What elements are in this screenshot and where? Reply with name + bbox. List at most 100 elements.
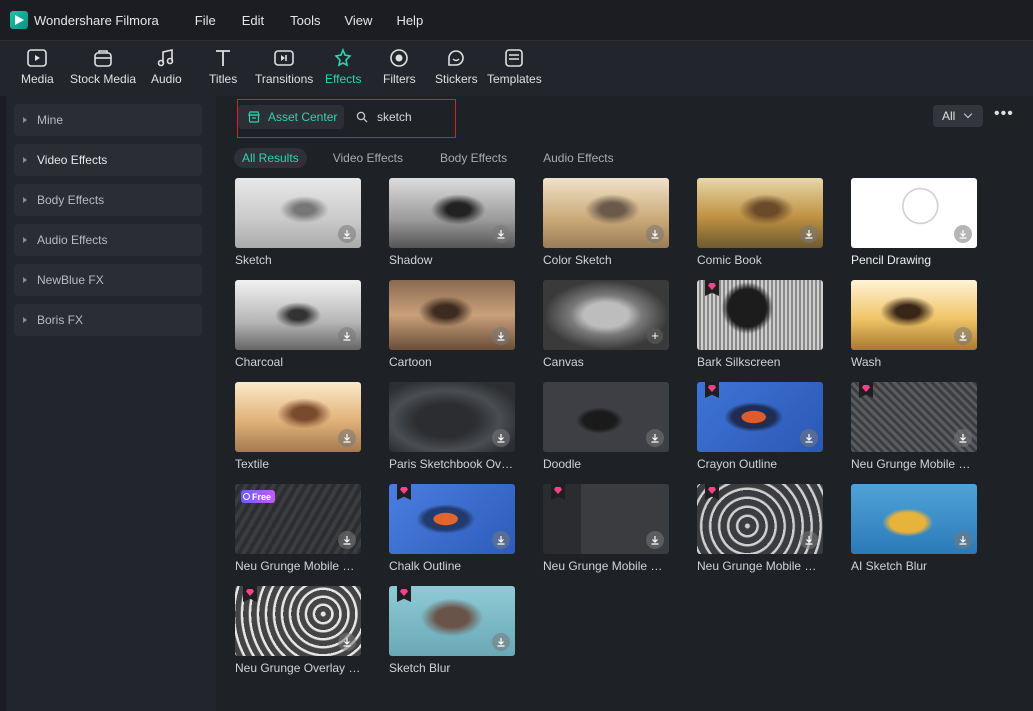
effect-name: Sketch xyxy=(235,253,272,267)
menu-tools[interactable]: Tools xyxy=(290,13,320,28)
sidebar-item-label: Boris FX xyxy=(37,313,84,327)
effect-card[interactable]: Doodle xyxy=(543,382,669,471)
expand-arrow-icon xyxy=(23,197,27,203)
premium-gem-icon xyxy=(243,586,257,602)
effect-name: Charcoal xyxy=(235,355,284,369)
download-icon[interactable] xyxy=(338,531,356,549)
expand-arrow-icon xyxy=(23,157,27,163)
effects-browser: Asset Center All ••• All Results Video E… xyxy=(216,96,1033,711)
toolbar-audio[interactable]: Audio xyxy=(151,47,182,86)
effect-thumbnail xyxy=(697,484,823,554)
menu-view[interactable]: View xyxy=(344,13,372,28)
more-options-icon[interactable]: ••• xyxy=(994,106,1014,122)
download-icon[interactable] xyxy=(492,225,510,243)
effect-card[interactable]: + Canvas xyxy=(543,280,669,369)
premium-gem-icon xyxy=(705,484,719,500)
download-icon[interactable] xyxy=(800,429,818,447)
download-icon[interactable] xyxy=(492,327,510,345)
download-icon[interactable] xyxy=(800,225,818,243)
toolbar-titles[interactable]: Titles xyxy=(209,47,237,86)
effect-card[interactable]: Crayon Outline xyxy=(697,382,823,471)
sidebar-item-mine[interactable]: Mine xyxy=(14,104,202,136)
effect-card[interactable]: Free Neu Grunge Mobile O... xyxy=(235,484,361,573)
download-icon[interactable] xyxy=(338,225,356,243)
effect-name: Textile xyxy=(235,457,270,471)
effect-card[interactable]: Color Sketch xyxy=(543,178,669,267)
toolbar-filters-label: Filters xyxy=(383,72,416,86)
download-icon[interactable] xyxy=(338,633,356,651)
effect-card[interactable]: Cartoon xyxy=(389,280,515,369)
effect-card[interactable]: Pencil Drawing xyxy=(851,178,977,267)
transitions-icon xyxy=(274,50,294,66)
tab-audio-effects[interactable]: Audio Effects xyxy=(543,151,614,165)
sidebar-item-newblue-fx[interactable]: NewBlue FX xyxy=(14,264,202,296)
effect-card[interactable]: Chalk Outline xyxy=(389,484,515,573)
effect-name: Neu Grunge Mobile O... xyxy=(235,559,361,573)
free-badge: Free xyxy=(241,490,276,503)
media-icon xyxy=(27,49,48,67)
tab-video-effects[interactable]: Video Effects xyxy=(333,151,403,165)
sidebar-item-audio-effects[interactable]: Audio Effects xyxy=(14,224,202,256)
toolbar-titles-label: Titles xyxy=(209,72,238,86)
menu-file[interactable]: File xyxy=(195,13,216,28)
toolbar-filters[interactable]: Filters xyxy=(383,47,416,86)
expand-arrow-icon xyxy=(23,317,27,323)
toolbar-transitions[interactable]: Transitions xyxy=(255,47,313,86)
download-icon[interactable] xyxy=(338,327,356,345)
search-highlight-box xyxy=(237,99,456,138)
toolbar-effects[interactable]: Effects xyxy=(325,47,361,86)
toolbar-stock-media[interactable]: Stock Media xyxy=(70,47,136,86)
effect-card[interactable]: Sketch xyxy=(235,178,361,267)
effect-card[interactable]: Sketch Blur xyxy=(389,586,515,675)
download-icon[interactable] xyxy=(800,531,818,549)
sidebar-item-label: Audio Effects xyxy=(37,233,108,247)
sidebar-item-boris-fx[interactable]: Boris FX xyxy=(14,304,202,336)
effect-thumbnail: + xyxy=(543,280,669,350)
title-bar: Wondershare Filmora File Edit Tools View… xyxy=(0,0,1033,40)
tab-body-effects[interactable]: Body Effects xyxy=(440,151,507,165)
effect-card[interactable]: Neu Grunge Mobile O... xyxy=(543,484,669,573)
effect-card[interactable]: Charcoal xyxy=(235,280,361,369)
menu-edit[interactable]: Edit xyxy=(242,13,264,28)
sidebar-item-body-effects[interactable]: Body Effects xyxy=(14,184,202,216)
effect-thumbnail xyxy=(697,382,823,452)
effect-card[interactable]: Comic Book xyxy=(697,178,823,267)
effect-card[interactable]: Neu Grunge Overlay 06 xyxy=(235,586,361,675)
effect-card[interactable]: Bark Silkscreen xyxy=(697,280,823,369)
download-icon[interactable] xyxy=(646,225,664,243)
filter-dropdown[interactable]: All xyxy=(933,105,983,127)
effect-card[interactable]: Neu Grunge Mobile O... xyxy=(697,484,823,573)
effect-card[interactable]: Neu Grunge Mobile O... xyxy=(851,382,977,471)
effect-card[interactable]: Textile xyxy=(235,382,361,471)
effect-thumbnail xyxy=(543,178,669,248)
tab-all-results[interactable]: All Results xyxy=(234,148,307,168)
effect-card[interactable]: Paris Sketchbook Over... xyxy=(389,382,515,471)
download-icon[interactable] xyxy=(646,429,664,447)
effects-sidebar: Mine Video Effects Body Effects Audio Ef… xyxy=(6,96,216,711)
toolbar-stickers[interactable]: Stickers xyxy=(435,47,478,86)
download-icon[interactable] xyxy=(646,531,664,549)
menu-help[interactable]: Help xyxy=(396,13,423,28)
download-icon[interactable] xyxy=(492,531,510,549)
effect-card[interactable]: AI Sketch Blur xyxy=(851,484,977,573)
effect-card[interactable]: Shadow xyxy=(389,178,515,267)
effect-thumbnail xyxy=(389,280,515,350)
effect-card[interactable]: Wash xyxy=(851,280,977,369)
download-icon[interactable] xyxy=(492,429,510,447)
add-icon[interactable]: + xyxy=(647,328,663,344)
toolbar-media[interactable]: Media xyxy=(21,47,54,86)
effect-thumbnail xyxy=(389,586,515,656)
download-icon[interactable] xyxy=(338,429,356,447)
download-icon[interactable] xyxy=(954,531,972,549)
download-icon[interactable] xyxy=(954,429,972,447)
toolbar-templates[interactable]: Templates xyxy=(487,47,542,86)
effect-name: Shadow xyxy=(389,253,433,267)
expand-arrow-icon xyxy=(23,237,27,243)
download-icon[interactable] xyxy=(954,225,972,243)
toolbar-audio-label: Audio xyxy=(151,72,182,86)
sidebar-item-label: NewBlue FX xyxy=(37,273,104,287)
download-icon[interactable] xyxy=(492,633,510,651)
premium-gem-icon xyxy=(397,484,411,500)
sidebar-item-video-effects[interactable]: Video Effects xyxy=(14,144,202,176)
download-icon[interactable] xyxy=(954,327,972,345)
